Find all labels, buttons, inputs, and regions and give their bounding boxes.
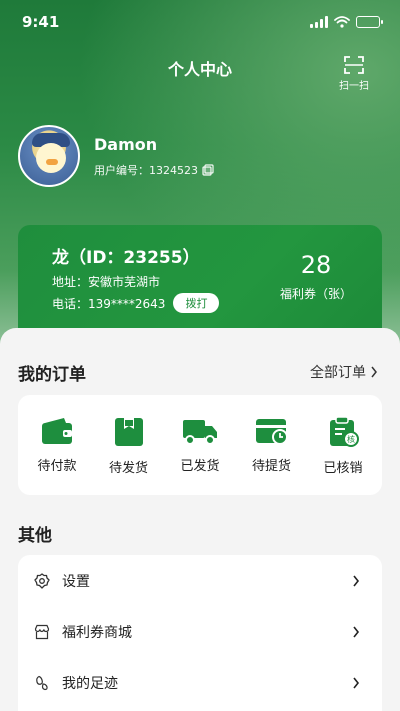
verified-icon: 核: [330, 417, 359, 447]
status-bar: 9:41: [0, 0, 400, 44]
footprint-label: 我的足迹: [62, 675, 118, 692]
profile-id-label: 用户编号：1324523: [94, 163, 198, 177]
content-sheet: 我的订单 全部订单 待付款 待发货 已发货 待提货 核 已核销 其他 设置 福利…: [0, 328, 400, 711]
card-phone: 电话：139****2643: [52, 296, 166, 311]
order-verified[interactable]: 核 已核销: [308, 395, 378, 495]
footprint-icon: [36, 675, 48, 690]
coupon-label: 福利券（张）: [279, 287, 352, 301]
scan-button[interactable]: 扫一扫: [334, 56, 374, 92]
call-button[interactable]: 拨打: [173, 293, 220, 313]
order-label: 已核销: [323, 461, 363, 476]
chevron-right-icon: [353, 677, 360, 688]
order-shipped[interactable]: 已发货: [165, 395, 235, 495]
other-title: 其他: [18, 526, 52, 546]
status-icons: [310, 16, 383, 28]
order-label: 待提货: [251, 459, 291, 474]
order-label: 待付款: [37, 459, 77, 474]
scan-icon: [344, 56, 364, 74]
scan-label: 扫一扫: [339, 81, 369, 92]
chevron-right-icon: [371, 366, 377, 378]
order-pending-shipment[interactable]: 待发货: [94, 395, 164, 495]
order-pending-payment[interactable]: 待付款: [22, 395, 92, 495]
store-icon: [34, 624, 50, 639]
gear-icon: [34, 572, 50, 589]
truck-icon: [183, 420, 217, 445]
card-name: 龙（ID：23255）: [52, 248, 200, 268]
orders-title: 我的订单: [18, 365, 86, 385]
coupon-store-label: 福利券商城: [62, 624, 132, 641]
battery-icon: [356, 16, 383, 28]
avatar[interactable]: [18, 125, 80, 187]
footprint-row[interactable]: 我的足迹: [18, 657, 382, 708]
order-label: 已发货: [180, 459, 220, 474]
coupon-count: 28: [300, 251, 332, 279]
card-phone-row: 电话：139****2643 拨打: [52, 293, 220, 313]
other-panel: 设置 福利券商城 我的足迹: [18, 555, 382, 711]
settings-label: 设置: [62, 573, 90, 590]
chevron-right-icon: [353, 575, 360, 586]
order-pending-pickup[interactable]: 待提货: [237, 395, 307, 495]
wifi-icon: [334, 16, 350, 28]
coupon-store-row[interactable]: 福利券商城: [18, 606, 382, 657]
copy-icon[interactable]: [202, 163, 214, 176]
profile-name: Damon: [94, 134, 158, 154]
member-card: 龙（ID：23255） 地址：安徽市芜湖市 电话：139****2643 拨打 …: [18, 225, 382, 340]
all-orders-link[interactable]: 全部订单: [310, 362, 378, 382]
card-address: 地址：安徽市芜湖市: [52, 275, 161, 289]
status-time: 9:41: [22, 13, 60, 31]
settings-row[interactable]: 设置: [18, 555, 382, 606]
all-orders-label: 全部订单: [310, 365, 366, 381]
orders-panel: 待付款 待发货 已发货 待提货 核 已核销: [18, 395, 382, 495]
chevron-right-icon: [353, 626, 360, 637]
profile-id: 用户编号：1324523: [94, 162, 214, 178]
profile-header: Damon 用户编号：1324523: [18, 125, 214, 187]
wallet-icon: [42, 418, 72, 444]
signal-icon: [310, 16, 328, 28]
package-icon: [114, 418, 143, 446]
order-label: 待发货: [108, 461, 148, 476]
pickup-icon: [255, 419, 288, 445]
coupon-summary[interactable]: 28 福利券（张）: [280, 251, 352, 302]
svg-text:核: 核: [347, 434, 355, 444]
